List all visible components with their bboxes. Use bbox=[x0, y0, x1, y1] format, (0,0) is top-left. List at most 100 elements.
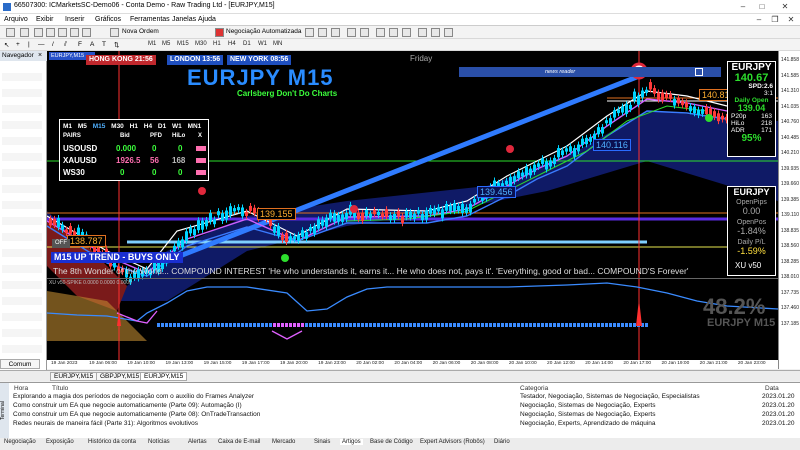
new-order-icon[interactable] bbox=[110, 28, 119, 37]
navigator-icon[interactable] bbox=[58, 28, 67, 37]
auto-trading-icon[interactable] bbox=[215, 28, 224, 37]
arrows-icon[interactable]: ⇅ bbox=[114, 41, 119, 49]
btab-codebase[interactable]: Base de Código bbox=[370, 439, 413, 445]
tf-m5[interactable]: M5 bbox=[162, 41, 170, 47]
btab-articles[interactable]: Artigos bbox=[340, 439, 363, 445]
tf-w1[interactable]: W1 bbox=[258, 41, 267, 47]
btab-exposure[interactable]: Exposição bbox=[46, 439, 74, 445]
matrix-tf-h1[interactable]: H1 bbox=[130, 123, 138, 130]
btab-signals[interactable]: Sinais bbox=[314, 439, 330, 445]
line-chart-icon[interactable] bbox=[331, 28, 340, 37]
matrix-tf-mn1[interactable]: MN1 bbox=[188, 123, 202, 130]
tile-icon[interactable] bbox=[376, 28, 385, 37]
zoom-in-icon[interactable] bbox=[347, 28, 356, 37]
trendline-icon[interactable]: / bbox=[52, 41, 54, 48]
child-close-icon[interactable]: ✕ bbox=[784, 14, 798, 25]
menu-ajuda[interactable]: Ajuda bbox=[198, 16, 216, 23]
zoom-out-icon[interactable] bbox=[360, 28, 369, 37]
tf-m30[interactable]: M30 bbox=[195, 41, 207, 47]
news-h-date[interactable]: Data bbox=[765, 385, 779, 392]
menu-ferramentas[interactable]: Ferramentas bbox=[130, 16, 170, 23]
news-h-title[interactable]: Título bbox=[52, 385, 68, 392]
matrix-tf-m5[interactable]: M5 bbox=[78, 123, 87, 130]
terminal-icon[interactable] bbox=[70, 28, 79, 37]
news-row-0-title[interactable]: Explorando a magia dos períodos de negoc… bbox=[13, 393, 254, 400]
tf-h1[interactable]: H1 bbox=[213, 41, 221, 47]
close-icon[interactable]: ✕ bbox=[778, 1, 792, 12]
maximize-icon[interactable]: □ bbox=[755, 1, 769, 12]
new-order-button[interactable]: Nova Ordem bbox=[122, 28, 159, 35]
matrix-tf-d1[interactable]: D1 bbox=[158, 123, 166, 130]
new-chart-icon[interactable] bbox=[6, 28, 15, 37]
autoscroll-icon[interactable] bbox=[389, 28, 398, 37]
vline-icon[interactable]: | bbox=[28, 41, 30, 48]
tf-m15[interactable]: M15 bbox=[177, 41, 189, 47]
chart-shift-icon[interactable] bbox=[402, 28, 411, 37]
auto-trading-button[interactable]: Negociação Automatizada bbox=[226, 28, 302, 35]
templates-icon[interactable] bbox=[444, 28, 453, 37]
data-window-icon[interactable] bbox=[46, 28, 55, 37]
matrix-tf-m15[interactable]: M15 bbox=[93, 123, 106, 130]
profiles-icon[interactable] bbox=[20, 28, 29, 37]
btab-news[interactable]: Notícias bbox=[148, 439, 170, 445]
market-watch-icon[interactable] bbox=[34, 28, 43, 37]
news-h-time[interactable]: Hora bbox=[14, 385, 28, 392]
matrix-pair-1[interactable]: XAUUSD bbox=[63, 156, 97, 165]
hline-icon[interactable]: — bbox=[38, 41, 45, 48]
menu-arquivo[interactable]: Arquivo bbox=[4, 16, 28, 23]
minimize-icon[interactable]: – bbox=[736, 1, 750, 12]
btab-journal[interactable]: Diário bbox=[494, 439, 510, 445]
btab-experts[interactable]: Expert Advisors (Robôs) bbox=[420, 439, 485, 445]
chart-area[interactable]: EURJPY,M15 HONG KONG 21:56 LONDON 13:56 … bbox=[47, 51, 778, 369]
crosshair-icon[interactable]: + bbox=[16, 41, 20, 48]
text-icon[interactable]: A bbox=[90, 41, 94, 48]
btab-mailbox[interactable]: Caixa de E-mail bbox=[218, 439, 260, 445]
news-h-category[interactable]: Categoria bbox=[520, 385, 548, 392]
candle-body bbox=[205, 220, 208, 227]
price-label-5: 138.787 bbox=[67, 235, 106, 247]
news-row-3-title[interactable]: Redes neurais de maneira fácil (Parte 31… bbox=[13, 420, 198, 427]
chart-tab-2[interactable]: GBPJPY,M15 bbox=[96, 372, 144, 381]
btab-alerts[interactable]: Alertas bbox=[188, 439, 207, 445]
navigator-close-icon[interactable]: × bbox=[38, 52, 42, 59]
periods-icon[interactable] bbox=[431, 28, 440, 37]
label-icon[interactable]: T bbox=[102, 41, 106, 48]
chart-tab-1[interactable]: EURJPY,M15 bbox=[50, 372, 98, 381]
candle-chart-icon[interactable] bbox=[318, 28, 327, 37]
navigator-tree[interactable] bbox=[2, 65, 42, 355]
indicators-icon[interactable] bbox=[418, 28, 427, 37]
btab-market[interactable]: Mercado bbox=[272, 439, 295, 445]
btab-trade[interactable]: Negociação bbox=[4, 439, 36, 445]
cursor-icon[interactable]: ↖ bbox=[4, 41, 9, 49]
tf-d1[interactable]: D1 bbox=[243, 41, 251, 47]
news-row-1-title[interactable]: Como construir um EA que negocie automat… bbox=[13, 402, 242, 409]
tester-icon[interactable] bbox=[82, 28, 91, 37]
child-minimize-icon[interactable]: – bbox=[752, 14, 766, 25]
menu-graficos[interactable]: Gráficos bbox=[95, 16, 121, 23]
off-button[interactable]: OFF bbox=[52, 239, 70, 248]
news-reader-close-icon[interactable] bbox=[695, 68, 703, 76]
bar-chart-icon[interactable] bbox=[305, 28, 314, 37]
matrix-tf-w1[interactable]: W1 bbox=[172, 123, 182, 130]
fibo-icon[interactable]: F bbox=[78, 41, 82, 48]
candle-body bbox=[293, 236, 296, 240]
menu-inserir[interactable]: Inserir bbox=[65, 16, 84, 23]
matrix-tf-h4[interactable]: H4 bbox=[144, 123, 152, 130]
tf-h4[interactable]: H4 bbox=[228, 41, 236, 47]
matrix-pair-0[interactable]: USOUSD bbox=[63, 144, 97, 153]
news-row-2-title[interactable]: Como construir um EA que negocie automat… bbox=[13, 411, 260, 418]
news-reader-bar[interactable]: news reader bbox=[459, 67, 721, 77]
btab-history[interactable]: Histórico da conta bbox=[88, 439, 136, 445]
navigator-tab-common[interactable]: Comum bbox=[0, 359, 40, 369]
matrix-tf-m30[interactable]: M30 bbox=[111, 123, 124, 130]
menu-janelas[interactable]: Janelas bbox=[172, 16, 196, 23]
tf-mn[interactable]: MN bbox=[273, 41, 282, 47]
child-restore-icon[interactable]: ❐ bbox=[768, 14, 782, 25]
tf-m1[interactable]: M1 bbox=[148, 41, 156, 47]
menu-exibir[interactable]: Exibir bbox=[36, 16, 54, 23]
matrix-tf-m1[interactable]: M1 bbox=[63, 123, 72, 130]
matrix-pair-2[interactable]: WS30 bbox=[63, 168, 85, 177]
chart-tab-3[interactable]: EURJPY,M15 bbox=[140, 372, 188, 381]
price-scale[interactable]: 141.858 141.585 141.310 141.035 140.760 140.4… bbox=[778, 51, 800, 369]
channel-icon[interactable]: ⫽ bbox=[64, 41, 67, 49]
